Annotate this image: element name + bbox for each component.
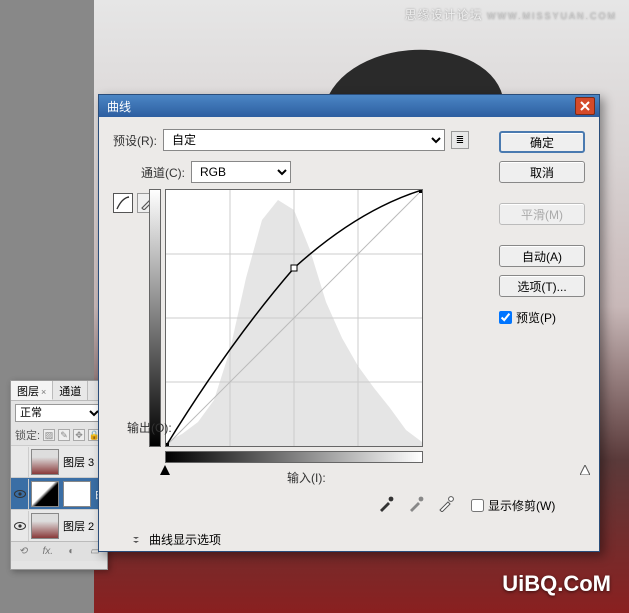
layer-row[interactable]: 图层 3 bbox=[11, 445, 107, 477]
show-clipping-label: 显示修剪(W) bbox=[488, 497, 555, 514]
preset-label: 预设(R): bbox=[113, 132, 157, 149]
output-gradient bbox=[149, 189, 161, 447]
ok-button[interactable]: 确定 bbox=[499, 131, 585, 153]
output-label: 输出(O): bbox=[127, 419, 172, 436]
layer-mask-thumbnail[interactable] bbox=[63, 481, 91, 507]
auto-button[interactable]: 自动(A) bbox=[499, 245, 585, 267]
visibility-toggle[interactable] bbox=[11, 479, 29, 509]
curve-point-icon bbox=[116, 196, 130, 210]
layer-row[interactable]: 曲线 1 bbox=[11, 477, 107, 509]
layers-list: 图层 3 曲线 1 图层 2 bbox=[11, 445, 107, 541]
cancel-button[interactable]: 取消 bbox=[499, 161, 585, 183]
preview-input[interactable] bbox=[499, 311, 512, 324]
tab-layers-label: 图层 bbox=[17, 386, 39, 398]
show-clipping-checkbox[interactable]: 显示修剪(W) bbox=[471, 497, 555, 514]
layer-thumbnail[interactable] bbox=[31, 513, 59, 539]
cancel-label: 取消 bbox=[530, 164, 554, 181]
layer-thumbnail[interactable] bbox=[31, 481, 59, 507]
eyedropper-row bbox=[375, 495, 457, 513]
auto-label: 自动(A) bbox=[522, 248, 562, 265]
curves-dialog: 曲线 预设(R): 自定 ≣ 通道(C): RGB bbox=[98, 94, 600, 552]
watermark-top: 思缘设计论坛 WWW.MISSYUAN.COM bbox=[405, 6, 617, 23]
show-clipping-input[interactable] bbox=[471, 499, 484, 512]
adjustment-layer-icon[interactable]: ◐ bbox=[68, 546, 74, 557]
preset-menu-button[interactable]: ≣ bbox=[451, 131, 469, 149]
lock-row: 锁定: ▨ ✎ ✥ 🔒 bbox=[11, 425, 107, 445]
tab-channels-label: 通道 bbox=[59, 386, 81, 398]
channel-select[interactable]: RGB bbox=[191, 161, 291, 183]
options-label: 选项(T)... bbox=[517, 278, 566, 295]
curve-point[interactable] bbox=[166, 443, 169, 446]
curve-canvas[interactable] bbox=[165, 189, 423, 447]
close-icon bbox=[580, 101, 590, 111]
smooth-label: 平滑(M) bbox=[521, 206, 563, 223]
close-button[interactable] bbox=[575, 97, 595, 115]
visibility-toggle[interactable] bbox=[11, 511, 29, 541]
tab-layers[interactable]: 图层× bbox=[11, 381, 53, 400]
watermark-sub: WWW.MISSYUAN.COM bbox=[487, 11, 617, 21]
curve-point-tool[interactable] bbox=[113, 193, 133, 213]
curve-point[interactable] bbox=[291, 265, 297, 271]
options-button[interactable]: 选项(T)... bbox=[499, 275, 585, 297]
layers-panel: 图层× 通道 正常 锁定: ▨ ✎ ✥ 🔒 图层 3 曲线 1 图层 2 bbox=[10, 380, 108, 570]
white-eyedropper[interactable] bbox=[435, 495, 457, 513]
dialog-title: 曲线 bbox=[103, 98, 575, 115]
preview-checkbox[interactable]: 预览(P) bbox=[499, 309, 585, 326]
ok-label: 确定 bbox=[530, 134, 554, 151]
layers-footer: ⟲ fx. ◐ ▭ bbox=[11, 541, 107, 561]
visibility-toggle[interactable] bbox=[11, 447, 29, 477]
link-layers-icon[interactable]: ⟲ bbox=[19, 546, 27, 557]
black-eyedropper[interactable] bbox=[375, 495, 397, 513]
white-point-slider[interactable] bbox=[580, 465, 590, 475]
eyedropper-icon bbox=[378, 496, 394, 512]
watermark-text: 思缘设计论坛 bbox=[405, 8, 483, 22]
curve-display-options[interactable]: 曲线显示选项 bbox=[129, 531, 221, 548]
eyedropper-icon bbox=[408, 496, 424, 512]
channel-label: 通道(C): bbox=[141, 164, 185, 181]
panel-tabs: 图层× 通道 bbox=[11, 381, 107, 401]
blend-mode-select[interactable]: 正常 bbox=[15, 404, 103, 422]
chevron-down-icon bbox=[129, 533, 143, 547]
fx-icon[interactable]: fx. bbox=[42, 546, 53, 557]
preview-label: 预览(P) bbox=[516, 309, 556, 326]
input-gradient bbox=[165, 451, 423, 463]
smooth-button: 平滑(M) bbox=[499, 203, 585, 225]
dialog-titlebar[interactable]: 曲线 bbox=[99, 95, 599, 117]
disclosure-label: 曲线显示选项 bbox=[149, 531, 221, 548]
input-label: 输入(I): bbox=[287, 469, 326, 486]
lock-label: 锁定: bbox=[15, 427, 40, 443]
tab-close-icon[interactable]: × bbox=[41, 387, 46, 397]
preset-select[interactable]: 自定 bbox=[163, 129, 445, 151]
layer-thumbnail[interactable] bbox=[31, 449, 59, 475]
tab-channels[interactable]: 通道 bbox=[53, 381, 88, 400]
lock-paint-icon[interactable]: ✎ bbox=[58, 429, 70, 441]
curve-point[interactable] bbox=[419, 190, 422, 193]
eyedropper-icon bbox=[438, 496, 454, 512]
lock-transparency-icon[interactable]: ▨ bbox=[43, 429, 55, 441]
watermark-bottom: UiBQ.CoM bbox=[502, 571, 611, 597]
black-point-slider[interactable] bbox=[160, 465, 170, 475]
gray-eyedropper[interactable] bbox=[405, 495, 427, 513]
layer-row[interactable]: 图层 2 bbox=[11, 509, 107, 541]
lock-position-icon[interactable]: ✥ bbox=[73, 429, 85, 441]
